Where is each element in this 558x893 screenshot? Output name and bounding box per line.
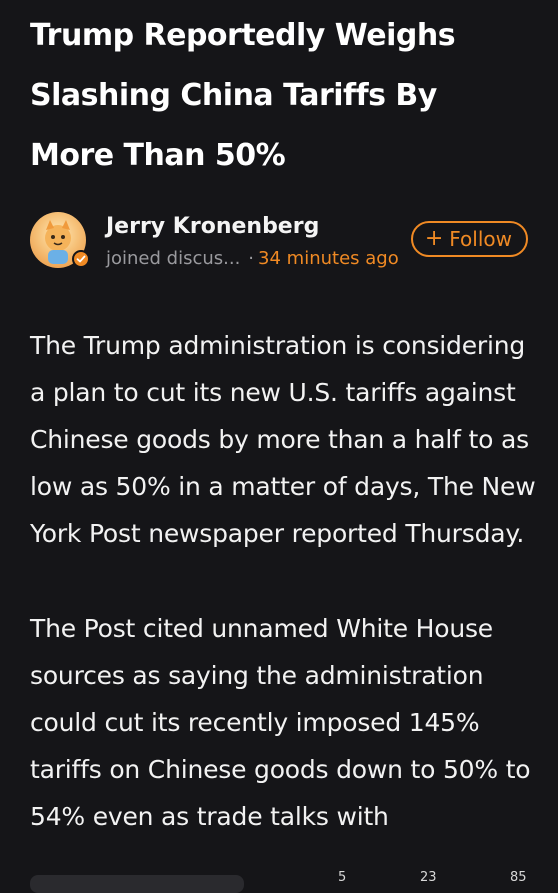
author-name[interactable]: Jerry Kronenberg [106,214,319,239]
article-body: The Trump administration is considering … [30,322,540,888]
bottom-action-bar: 5 23 85 [0,863,558,893]
action-count-1[interactable]: 5 [338,870,346,885]
author-row: Jerry Kronenberg joined discus... · 34 min… [30,212,530,272]
author-meta: joined discus... · 34 minutes ago [106,248,399,269]
comment-input-pill[interactable] [30,875,244,893]
article-container: Trump Reportedly Weighs Slashing China T… [30,0,536,831]
joined-text: joined discus... [106,248,241,269]
meta-separator: · [248,248,255,269]
article-paragraph-1: The Trump administration is considering … [30,331,536,548]
verified-badge-icon [72,250,90,268]
action-count-3[interactable]: 85 [510,870,527,885]
article-title: Trump Reportedly Weighs Slashing China T… [30,18,456,173]
plus-icon: + [424,226,444,251]
action-count-2[interactable]: 23 [420,870,437,885]
follow-button[interactable]: + Follow [410,221,528,257]
article-paragraph-2: The Post cited unnamed White House sourc… [30,614,531,831]
post-time: 34 minutes ago [258,248,399,269]
follow-label: Follow [449,227,512,251]
